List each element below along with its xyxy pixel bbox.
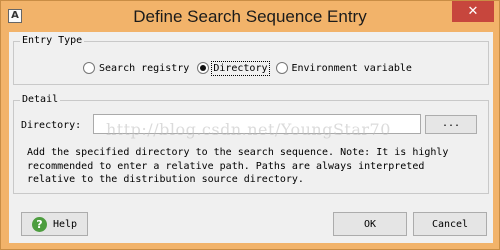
dialog-body: Entry Type Search registry Directory Env… [9,32,493,243]
radio-search-registry[interactable]: Search registry [83,62,189,74]
detail-legend: Detail [20,94,61,105]
radio-label: Environment variable [291,62,412,74]
directory-label: Directory: [21,120,82,131]
title-bar[interactable]: A Define Search Sequence Entry ✕ [1,1,499,32]
ok-button[interactable]: OK [333,212,407,236]
entry-type-legend: Entry Type [20,35,85,46]
entry-type-options: Search registry Directory Environment va… [83,60,420,76]
dialog-window: A Define Search Sequence Entry ✕ Entry T… [0,0,500,250]
cancel-button[interactable]: Cancel [413,212,487,236]
radio-indicator[interactable] [83,62,95,74]
directory-input[interactable] [93,114,421,134]
radio-indicator[interactable] [197,62,210,74]
radio-environment-variable[interactable]: Environment variable [275,62,412,74]
help-icon: ? [31,216,47,232]
radio-label: Search registry [99,62,190,74]
ok-label: OK [363,218,377,230]
close-button[interactable]: ✕ [452,1,494,22]
cancel-label: Cancel [431,218,469,230]
radio-label: Directory [211,60,270,76]
window-title: Define Search Sequence Entry [133,7,367,26]
help-label: Help [52,218,78,230]
browse-button[interactable]: ... [425,115,477,134]
radio-indicator[interactable] [275,62,288,74]
radio-directory[interactable]: Directory [197,60,270,76]
help-button[interactable]: ? Help [21,212,88,236]
directory-description: Add the specified directory to the searc… [27,147,449,185]
